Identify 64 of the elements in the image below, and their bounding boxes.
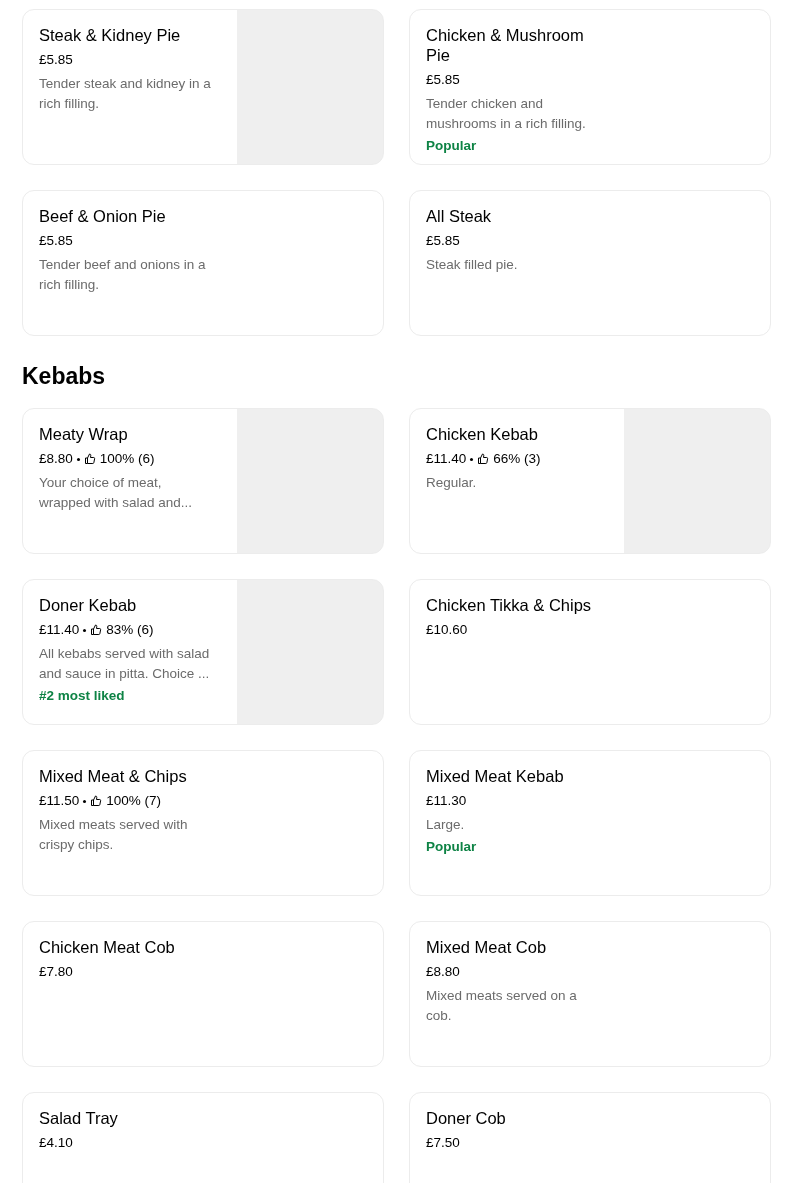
rating: 100% (7) xyxy=(106,792,162,810)
item-price: £5.85 xyxy=(426,71,460,89)
item-name: Chicken Meat Cob xyxy=(39,937,176,957)
item-name: Chicken & Mushroom Pie xyxy=(426,25,585,65)
item-description: Tender steak and kidney in a rich filling. xyxy=(39,75,212,113)
item-name: All Steak xyxy=(426,206,493,226)
item-price: £5.85 xyxy=(39,232,73,250)
menu-item-card[interactable]: Beef & Onion Pie £5.85 Tender beef and onions in a rich filling. xyxy=(22,190,384,336)
item-price: £11.50 xyxy=(39,792,80,810)
menu-item-card[interactable]: Mixed Meat & Chips £11.50 100% (7) Mixed meats served with crispy chips. xyxy=(22,750,384,896)
menu-item-card[interactable]: Mixed Meat Kebab £11.30 Large. Popular xyxy=(409,750,771,896)
rating: 100% (6) xyxy=(99,450,155,468)
item-name: Mixed Meat Cob xyxy=(426,937,548,957)
item-price: £4.10 xyxy=(39,1134,73,1152)
item-tag: #2 most liked xyxy=(39,686,230,706)
thumbs-up-icon xyxy=(90,795,103,807)
item-price: £11.40 xyxy=(39,621,80,639)
rating: 66% (3) xyxy=(493,450,541,468)
item-price: £5.85 xyxy=(39,51,73,69)
item-tag: Popular xyxy=(426,136,617,156)
thumbs-up-icon xyxy=(477,453,490,465)
item-name: Doner Cob xyxy=(426,1108,507,1128)
item-name: Chicken Tikka & Chips xyxy=(426,595,593,615)
item-price: £11.40 xyxy=(426,450,467,468)
item-description: Mixed meats served on a cob. xyxy=(426,987,578,1025)
item-name: Meaty Wrap xyxy=(39,424,129,444)
section-heading: Kebabs xyxy=(22,362,107,390)
item-description: Large. xyxy=(426,816,466,834)
item-price: £8.80 xyxy=(426,963,460,981)
menu-item-card[interactable]: Chicken Kebab £11.40 66% (3) Regular. xyxy=(409,408,771,554)
menu-item-card[interactable]: Doner Cob £7.50 xyxy=(409,1092,771,1183)
item-tag: Popular xyxy=(426,837,617,857)
item-description: Mixed meats served with crispy chips. xyxy=(39,816,189,854)
item-description: Regular. xyxy=(426,474,478,492)
menu-item-card[interactable]: Chicken & Mushroom Pie £5.85 Tender chicken and mushrooms in a rich filling. Popular xyxy=(409,9,771,165)
item-price: £10.60 xyxy=(426,621,468,639)
menu-item-card[interactable]: All Steak £5.85 Steak filled pie. xyxy=(409,190,771,336)
item-description: Steak filled pie. xyxy=(426,256,519,274)
item-price: £11.30 xyxy=(426,792,467,810)
item-name: Mixed Meat Kebab xyxy=(426,766,565,786)
thumbs-up-icon xyxy=(83,453,96,465)
menu-item-card[interactable]: Doner Kebab £11.40 83% (6) All kebabs served with salad and sauce in pitta. Choice ... #2 most liked xyxy=(22,579,384,725)
menu-item-card[interactable]: Meaty Wrap £8.80 100% (6) Your choice of meat, wrapped with salad and... xyxy=(22,408,384,554)
menu-item-card[interactable]: Chicken Tikka & Chips £10.60 xyxy=(409,579,771,725)
item-price: £7.50 xyxy=(426,1134,460,1152)
item-name: Salad Tray xyxy=(39,1108,119,1128)
thumbs-up-icon xyxy=(90,624,103,636)
item-description: Your choice of meat, wrapped with salad and... xyxy=(39,474,194,512)
item-name: Doner Kebab xyxy=(39,595,138,615)
menu-item-card[interactable]: Salad Tray £4.10 xyxy=(22,1092,384,1183)
item-description: All kebabs served with salad and sauce in pitta. Choice ... xyxy=(39,645,211,683)
item-name: Steak & Kidney Pie xyxy=(39,25,182,45)
item-price: £7.80 xyxy=(39,963,73,981)
item-name: Chicken Kebab xyxy=(426,424,539,444)
item-price: £5.85 xyxy=(426,232,460,250)
item-description: Tender beef and onions in a rich filling. xyxy=(39,256,207,294)
rating: 83% (6) xyxy=(106,621,154,639)
item-price: £8.80 xyxy=(39,450,73,468)
item-description: Tender chicken and mushrooms in a rich filling. xyxy=(426,95,587,133)
menu-item-card[interactable]: Mixed Meat Cob £8.80 Mixed meats served on a cob. xyxy=(409,921,771,1067)
menu-item-card[interactable]: Chicken Meat Cob £7.80 xyxy=(22,921,384,1067)
menu-item-card[interactable]: Steak & Kidney Pie £5.85 Tender steak and kidney in a rich filling. xyxy=(22,9,384,165)
item-name: Mixed Meat & Chips xyxy=(39,766,188,786)
item-name: Beef & Onion Pie xyxy=(39,206,167,226)
